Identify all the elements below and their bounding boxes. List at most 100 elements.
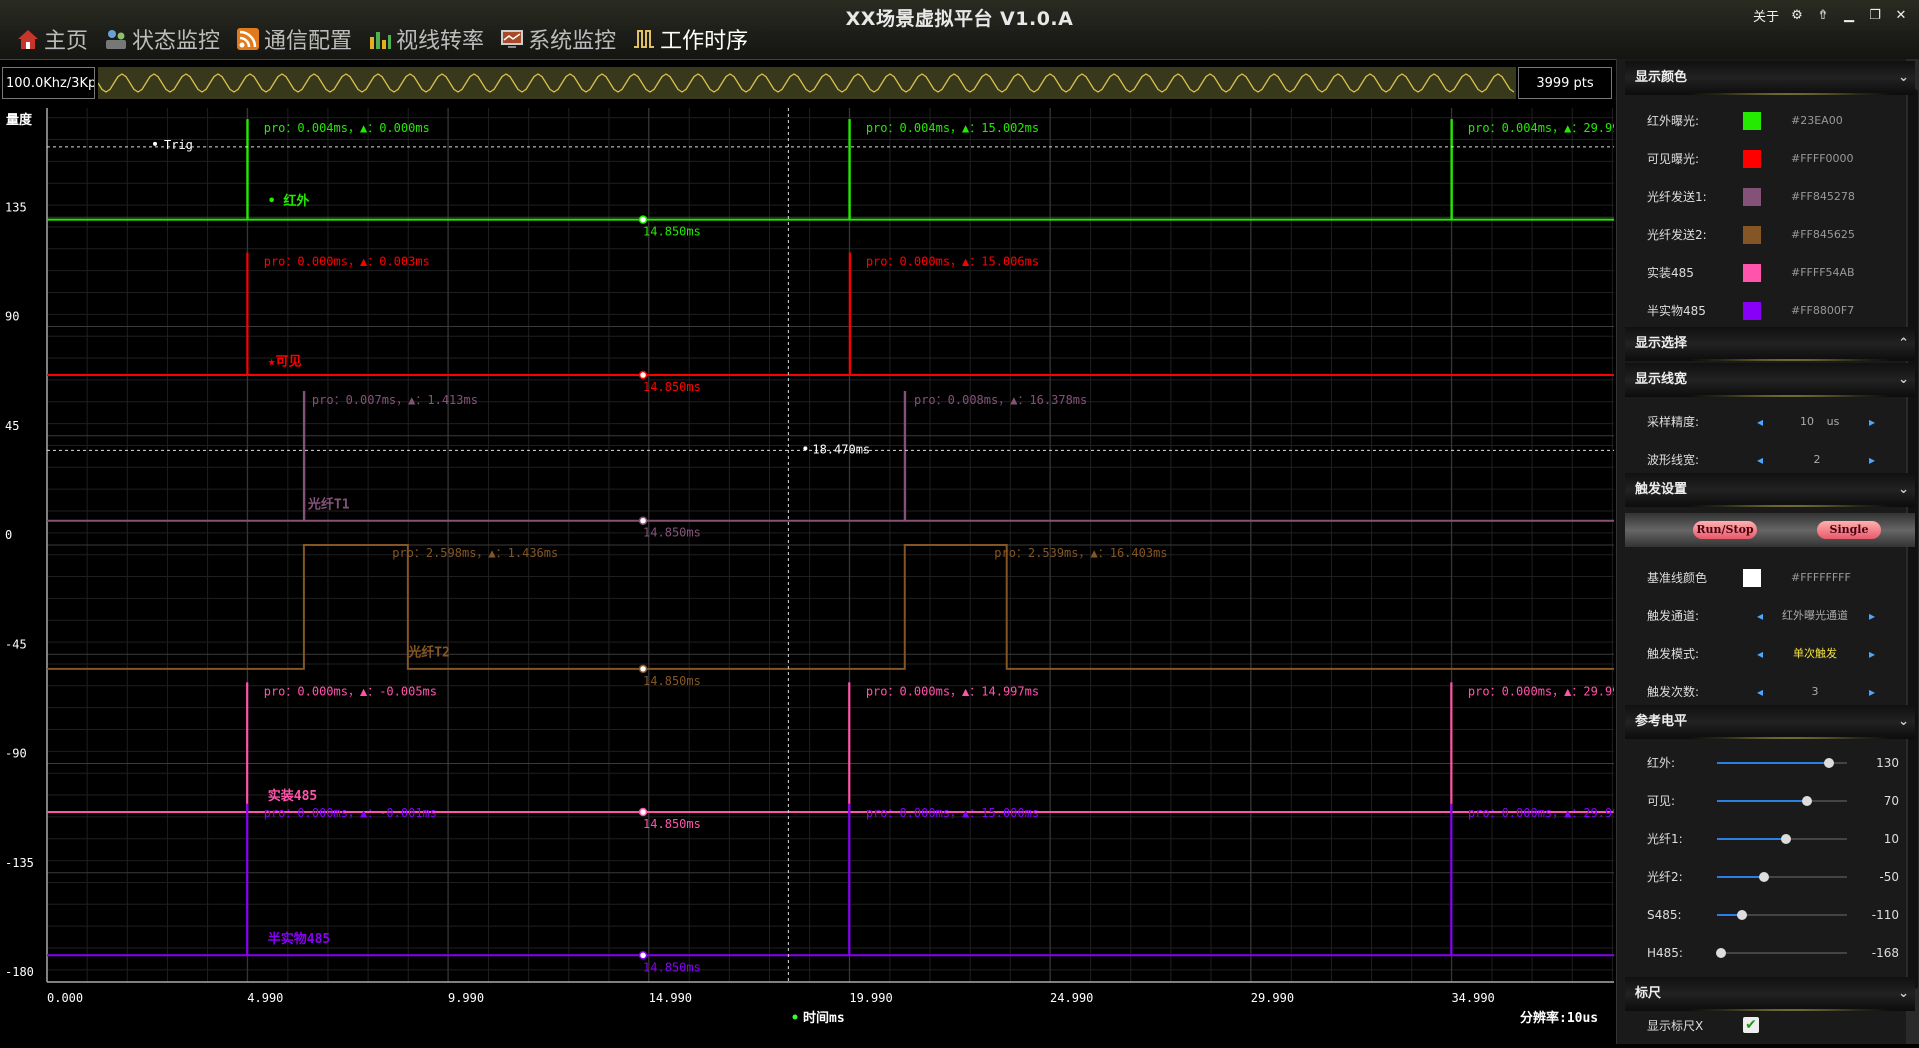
ref-level-slider[interactable] xyxy=(1717,910,1847,920)
ref-level-label: 红外: xyxy=(1647,756,1676,770)
minimize-icon[interactable]: ▁ xyxy=(1841,8,1857,23)
ref-level-value: 70 xyxy=(1883,794,1899,808)
timing-plot[interactable]: 量度 135 90 45 0 -45 -90 -135 -180 0.000 4.990 9.990 1… xyxy=(0,104,1620,1044)
color-row: 光纤发送2: #FF845625 xyxy=(1647,224,1907,246)
color-swatch[interactable] xyxy=(1743,226,1761,244)
section-title: 显示线宽 xyxy=(1635,372,1688,387)
count-prev-arrow[interactable]: ◂ xyxy=(1757,681,1763,703)
window-controls: 关于 ⚙ ⇮ ▁ ❐ ✕ xyxy=(1753,6,1909,25)
bar-chart-icon xyxy=(368,27,392,51)
ref-level-label: 光纤1: xyxy=(1647,832,1683,846)
monitor-icon xyxy=(500,27,524,51)
section-display-color[interactable]: 显示颜色 ⌄ xyxy=(1625,61,1915,95)
slider-knob[interactable] xyxy=(1758,872,1769,882)
channel-next-arrow[interactable]: ▸ xyxy=(1869,605,1875,627)
color-hex: #FF8800F7 xyxy=(1791,304,1855,317)
close-icon[interactable]: ✕ xyxy=(1893,8,1909,23)
trigger-mode-row: 触发模式: ◂ 单次触发 ▸ xyxy=(1647,643,1907,665)
gear-icon[interactable]: ⚙ xyxy=(1789,8,1805,23)
points-count-box: 3999 pts xyxy=(1518,67,1612,99)
mode-prev-arrow[interactable]: ◂ xyxy=(1757,643,1763,665)
time-marker-dot xyxy=(638,516,648,525)
channel-prev-arrow[interactable]: ◂ xyxy=(1757,605,1763,627)
chevron-down-icon[interactable]: ⌄ xyxy=(1898,61,1909,95)
color-swatch[interactable] xyxy=(1743,112,1761,130)
ref-level-row: 光纤1: 10 xyxy=(1647,828,1907,850)
show-ruler-x-row: 显示标尺X ✔ xyxy=(1647,1015,1907,1037)
overview-waveform[interactable] xyxy=(97,67,1516,99)
section-display-line[interactable]: 显示线宽 ⌄ xyxy=(1625,363,1915,397)
ref-level-slider[interactable] xyxy=(1717,834,1847,844)
measure-label: pro：0.000ms，▲：29.99 xyxy=(1468,684,1614,698)
section-title: 标尺 xyxy=(1635,986,1662,1001)
color-swatch[interactable] xyxy=(1743,150,1761,168)
section-title: 显示颜色 xyxy=(1635,70,1688,85)
ref-level-row: 可见: 70 xyxy=(1647,790,1907,812)
y-tick-label: 0 xyxy=(5,528,12,542)
color-row-label: 半实物485 xyxy=(1647,304,1706,318)
measure-label: pro：2.539ms，▲：16.403ms xyxy=(994,546,1167,560)
restore-icon[interactable]: ❐ xyxy=(1867,8,1883,23)
y-axis-title: 量度 xyxy=(6,112,33,128)
color-hex: #FFFF0000 xyxy=(1791,152,1854,165)
color-row-label: 可见曝光: xyxy=(1647,152,1700,166)
y-tick-label: 90 xyxy=(5,310,19,324)
color-swatch[interactable] xyxy=(1743,302,1761,320)
time-marker-label: 14.850ms xyxy=(643,817,701,831)
chevron-down-icon[interactable]: ⌄ xyxy=(1898,473,1909,507)
pin-icon[interactable]: ⇮ xyxy=(1815,8,1831,23)
trig-label: Trig xyxy=(164,138,193,152)
nav-work-timing[interactable]: 工作时序 xyxy=(632,22,748,56)
ref-level-slider[interactable] xyxy=(1716,948,1847,958)
ref-level-slider[interactable] xyxy=(1717,796,1847,806)
x-tick-label: 24.990 xyxy=(1050,991,1093,1005)
color-swatch[interactable] xyxy=(1743,264,1761,282)
width-next-arrow[interactable]: ▸ xyxy=(1869,449,1875,471)
chevron-up-icon[interactable]: ⌃ xyxy=(1898,327,1909,361)
sample-next-arrow[interactable]: ▸ xyxy=(1869,411,1875,433)
ref-level-slider[interactable] xyxy=(1717,872,1847,882)
slider-knob[interactable] xyxy=(1802,796,1813,806)
section-title: 参考电平 xyxy=(1635,714,1688,729)
sample-rate-box: 100.0Khz/3Kpts xyxy=(2,67,95,99)
ref-level-value: 130 xyxy=(1876,756,1899,770)
about-link[interactable]: 关于 xyxy=(1753,6,1779,25)
chevron-down-icon[interactable]: ⌄ xyxy=(1898,363,1909,397)
slider-knob[interactable] xyxy=(1737,910,1748,920)
section-ref-level[interactable]: 参考电平 ⌄ xyxy=(1625,705,1915,739)
slider-knob[interactable] xyxy=(1716,948,1727,958)
nav-system-monitor[interactable]: 系统监控 xyxy=(500,22,616,56)
sample-prev-arrow[interactable]: ◂ xyxy=(1757,411,1763,433)
y-tick-label: 135 xyxy=(5,200,27,214)
channel-name-label: 实装485 xyxy=(268,788,317,804)
nav-home[interactable]: 主页 xyxy=(16,22,88,56)
plot-traces xyxy=(47,119,1614,957)
mode-next-arrow[interactable]: ▸ xyxy=(1869,643,1875,665)
nav-comm-config[interactable]: 通信配置 xyxy=(236,22,352,56)
baseline-color-swatch[interactable] xyxy=(1743,569,1761,587)
single-button[interactable]: Single xyxy=(1817,521,1881,539)
color-row: 可见曝光: #FFFF0000 xyxy=(1647,148,1907,170)
time-marker-label: 14.850ms xyxy=(643,225,701,239)
section-display-select[interactable]: 显示选择 ⌃ xyxy=(1625,327,1915,361)
color-row-label: 红外曝光: xyxy=(1647,114,1700,128)
width-prev-arrow[interactable]: ◂ xyxy=(1757,449,1763,471)
section-trigger[interactable]: 触发设置 ⌄ xyxy=(1625,473,1915,507)
nav-view-rate[interactable]: 视线转率 xyxy=(368,22,484,56)
panel-scrollbar[interactable] xyxy=(1906,59,1919,1044)
overview-wave-path xyxy=(97,73,1515,93)
chevron-down-icon[interactable]: ⌄ xyxy=(1898,705,1909,739)
section-ruler[interactable]: 标尺 ⌄ xyxy=(1625,977,1915,1011)
color-swatch[interactable] xyxy=(1743,188,1761,206)
count-next-arrow[interactable]: ▸ xyxy=(1869,681,1875,703)
section-title: 显示选择 xyxy=(1635,336,1688,351)
slider-knob[interactable] xyxy=(1780,834,1791,844)
run-stop-button[interactable]: Run/Stop xyxy=(1693,521,1757,539)
nav-status-monitor[interactable]: 状态监控 xyxy=(104,22,220,56)
timing-plot-svg[interactable]: 量度 135 90 45 0 -45 -90 -135 -180 0.000 4.990 9.990 1… xyxy=(0,104,1620,1044)
ref-level-label: H485: xyxy=(1647,946,1683,960)
ref-level-slider[interactable] xyxy=(1717,758,1847,768)
chevron-down-icon[interactable]: ⌄ xyxy=(1898,977,1909,1011)
slider-knob[interactable] xyxy=(1823,758,1834,768)
show-ruler-x-checkbox[interactable]: ✔ xyxy=(1743,1017,1759,1033)
